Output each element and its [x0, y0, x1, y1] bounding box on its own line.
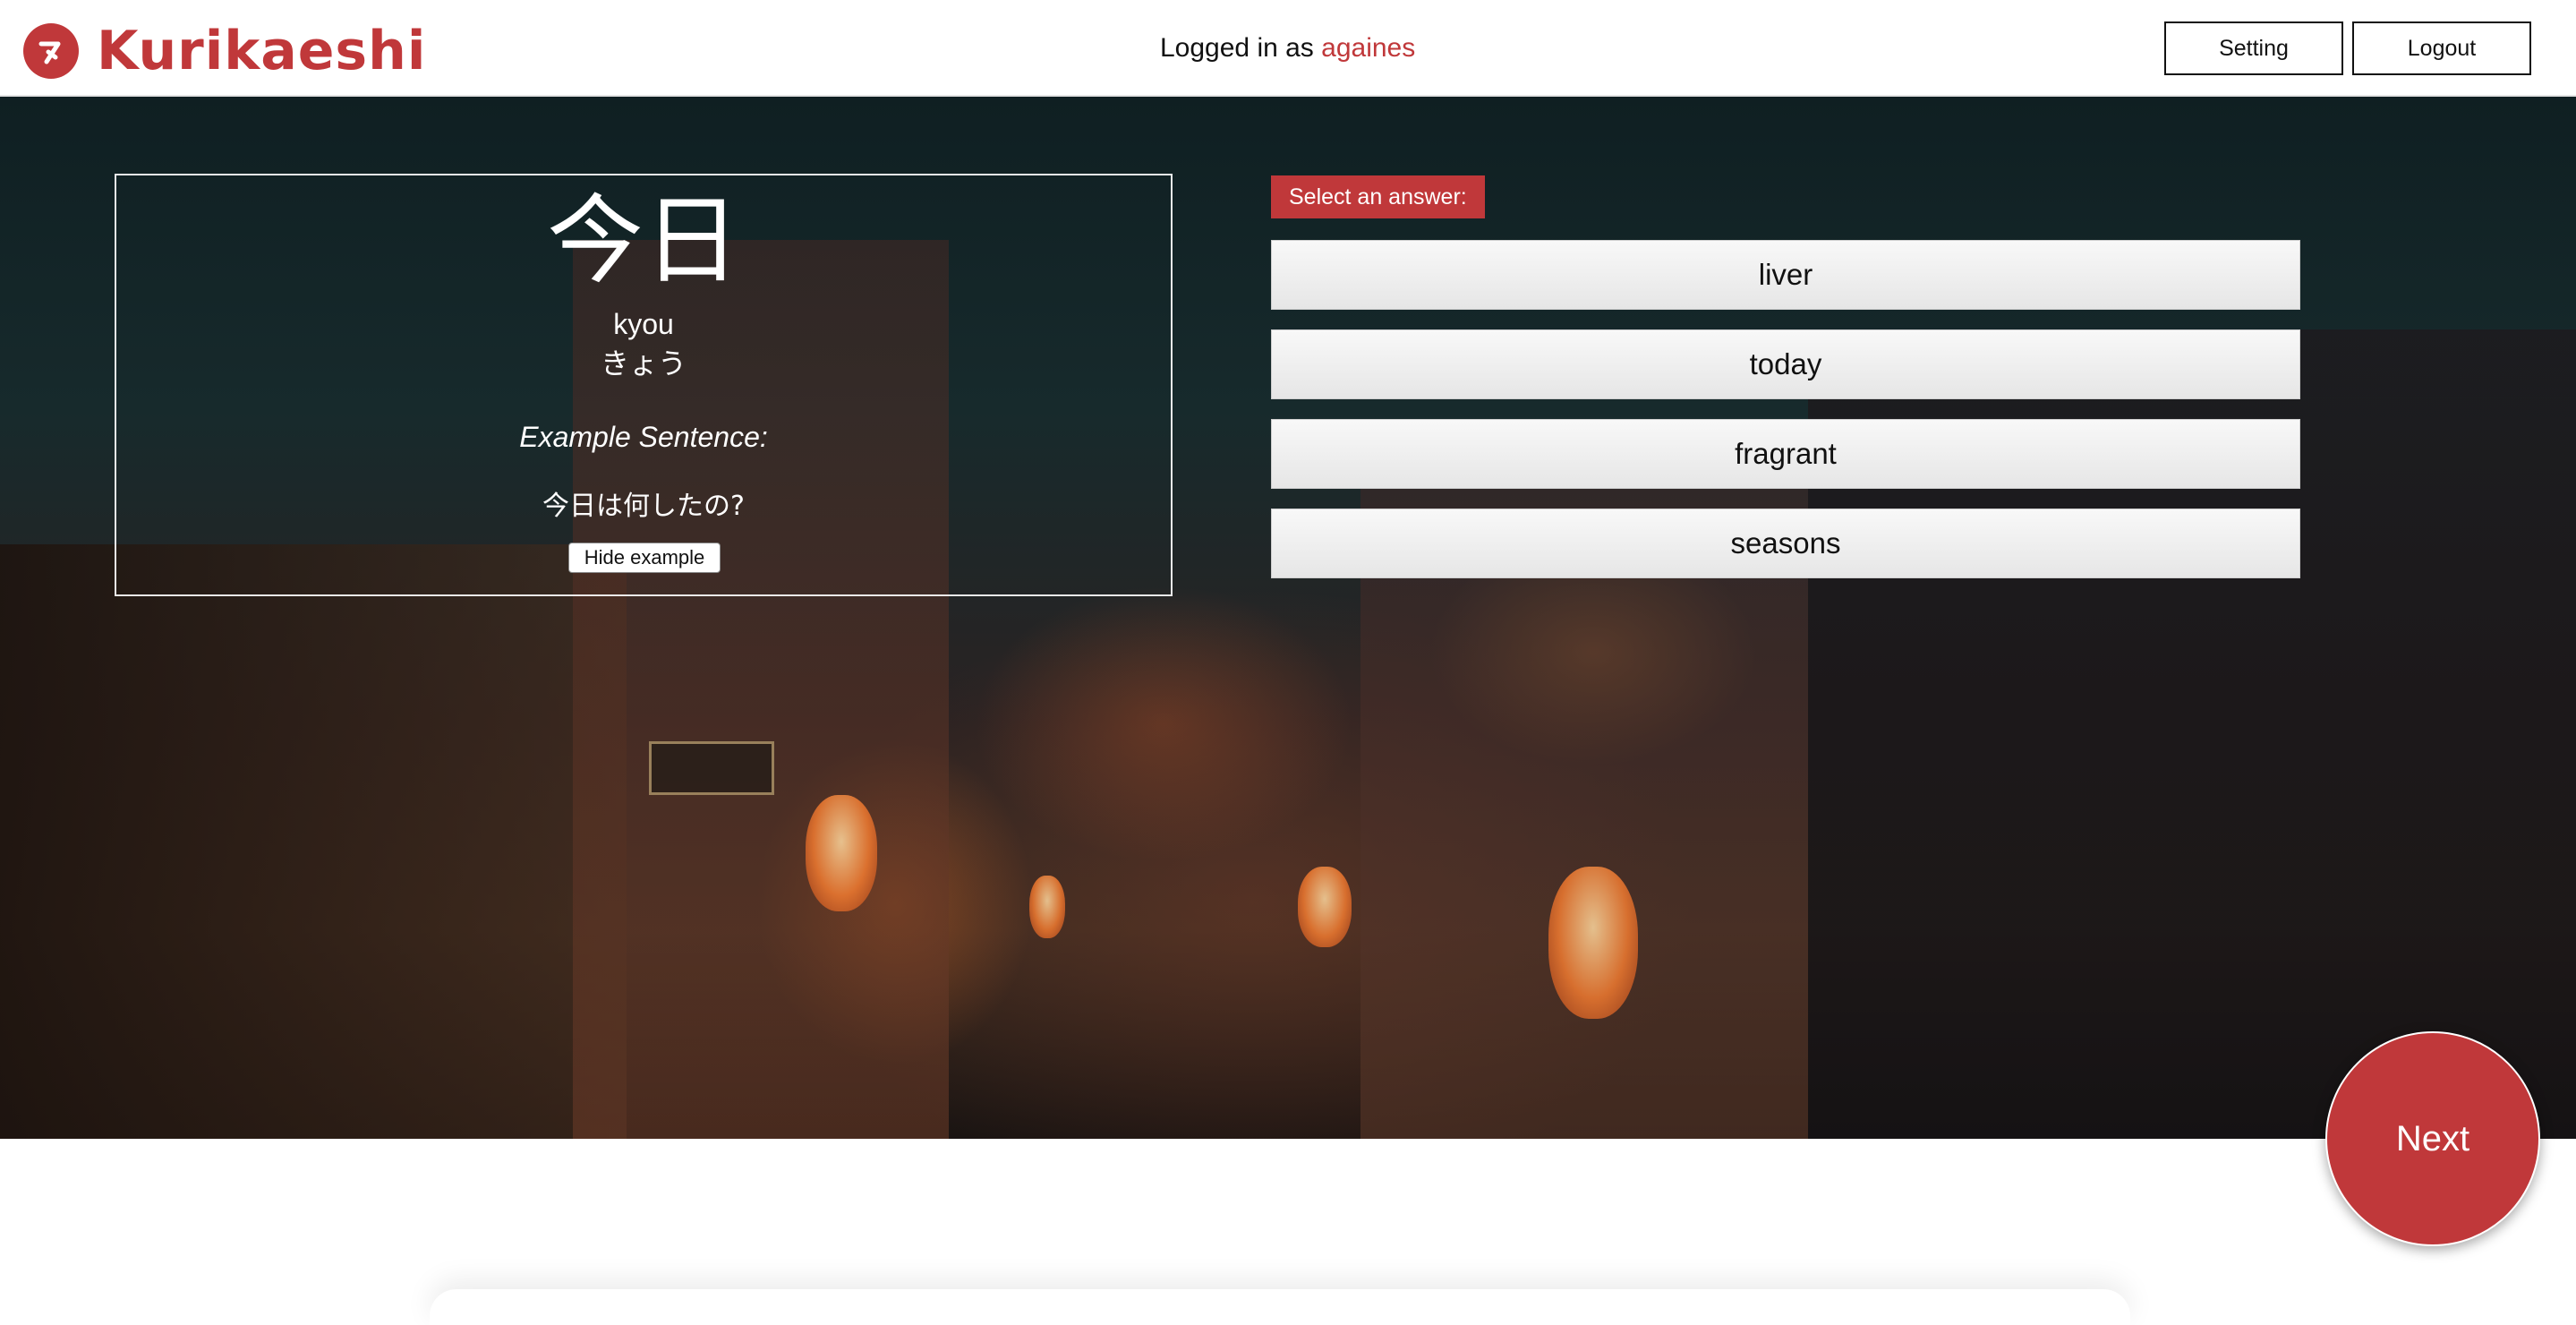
answer-option[interactable]: today	[1271, 329, 2300, 399]
word-kanji: 今日	[546, 185, 740, 297]
answer-option[interactable]: liver	[1271, 240, 2300, 310]
word-romaji: kyou	[613, 308, 674, 340]
login-status: Logged in as againes	[1160, 30, 1415, 66]
setting-button[interactable]: Setting	[2164, 21, 2343, 75]
content-panel	[430, 1289, 2130, 1325]
background-scenery	[0, 544, 627, 1139]
lantern-decoration	[1548, 867, 1638, 1019]
answer-option[interactable]: fragrant	[1271, 419, 2300, 489]
lantern-decoration	[1029, 876, 1065, 938]
hero-background: 今日 kyou きょう Example Sentence: 今日は何したの? H…	[0, 97, 2576, 1139]
answer-option[interactable]: seasons	[1271, 509, 2300, 578]
example-sentence: 今日は何したの?	[542, 491, 745, 522]
word-kana: きょう	[600, 346, 687, 380]
lantern-decoration	[806, 795, 877, 911]
lantern-decoration	[1298, 867, 1352, 947]
logo-icon	[23, 23, 79, 79]
word-card: 今日 kyou きょう Example Sentence: 今日は何したの? H…	[115, 174, 1173, 596]
login-status-prefix: Logged in as	[1160, 33, 1314, 63]
username: againes	[1321, 33, 1416, 63]
logout-button[interactable]: Logout	[2352, 21, 2531, 75]
logo[interactable]: Kurikaeshi	[23, 23, 426, 79]
select-answer-label: Select an answer:	[1271, 175, 1485, 218]
next-button[interactable]: Next	[2325, 1031, 2540, 1246]
logo-text: Kurikaeshi	[97, 20, 427, 82]
background-scenery	[649, 741, 774, 795]
top-header: Kurikaeshi Logged in as againes Setting …	[0, 0, 2576, 97]
example-heading: Example Sentence:	[519, 421, 768, 453]
hide-example-button[interactable]: Hide example	[568, 543, 721, 573]
